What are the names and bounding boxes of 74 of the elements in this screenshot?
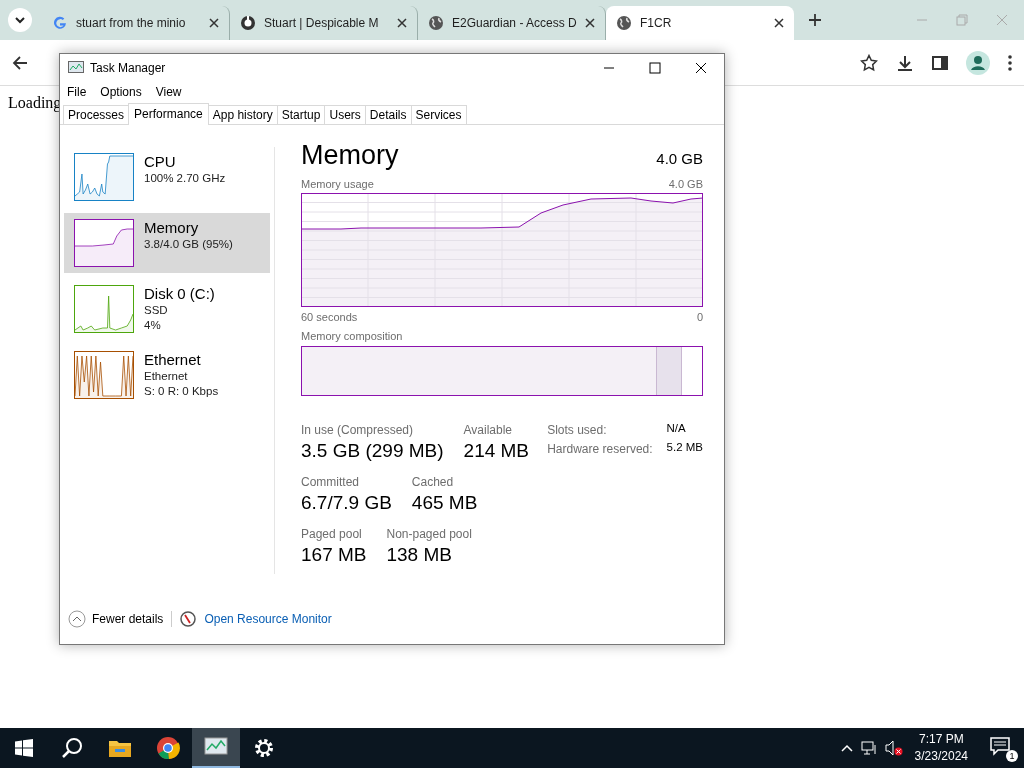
clock-date[interactable]: 3/23/2024 [914, 748, 968, 765]
menu-item[interactable]: Options [100, 85, 142, 99]
folder-icon [108, 738, 132, 758]
axis-label: 0 [696, 310, 703, 324]
network-icon[interactable] [860, 741, 877, 755]
tab[interactable]: Services [410, 105, 467, 124]
message-icon [990, 736, 1010, 756]
task-manager-icon [68, 61, 84, 75]
search-icon [61, 737, 83, 759]
monitor-chart-icon [204, 736, 228, 758]
speaker-muted-icon[interactable] [884, 740, 903, 756]
tab[interactable]: App history [207, 105, 278, 124]
axis-label: 60 seconds [301, 310, 358, 324]
stat-label: Cached [411, 474, 455, 490]
stat-label: Non-paged pool [386, 526, 472, 542]
close-icon[interactable] [209, 18, 219, 28]
gear-icon [253, 737, 275, 759]
stat-value: 138 MB [386, 543, 453, 567]
window-title: Task Manager [90, 61, 166, 75]
globe-icon [428, 15, 444, 31]
menu-item[interactable]: File [67, 85, 87, 99]
chart-label: Memory composition [301, 329, 403, 343]
stat-label: Available [463, 422, 514, 438]
menu-item[interactable]: View [155, 85, 182, 99]
close-icon[interactable] [774, 18, 784, 28]
section-title: Memory [301, 139, 399, 171]
side-panel-icon[interactable] [932, 54, 948, 71]
stat-value: 465 MB [411, 491, 478, 515]
close-icon[interactable] [397, 18, 407, 28]
tab-search-button[interactable] [8, 8, 32, 32]
stat-value: 167 MB [301, 543, 367, 567]
tab[interactable]: Startup [276, 105, 326, 124]
task-manager-button[interactable] [192, 728, 240, 768]
google-icon [52, 15, 68, 31]
menu-icon[interactable] [1008, 54, 1012, 71]
close-icon[interactable] [695, 62, 707, 74]
fewer-details-button[interactable]: Fewer details [68, 610, 164, 628]
windows-logo-icon [15, 739, 33, 757]
stat-label: In use (Compressed) [301, 422, 415, 438]
resource-item[interactable]: CPU 100% 2.70 GHz [64, 147, 270, 207]
stat-value: N/A [666, 422, 687, 436]
profile-icon[interactable] [966, 50, 990, 75]
stat-label: Committed [301, 474, 360, 490]
browser-logo-icon [156, 736, 180, 760]
site-icon [240, 15, 256, 31]
stat-label: Hardware reserved: [547, 441, 653, 457]
stat-value: 214 MB [463, 439, 530, 463]
resource-item[interactable]: Memory 3.8/4.0 GB (95%) [64, 213, 270, 273]
new-tab-icon[interactable] [808, 13, 822, 27]
chart-label: Memory usage [301, 177, 374, 191]
close-icon[interactable] [585, 18, 595, 28]
browser-tab[interactable]: F1CR [606, 6, 794, 40]
resource-item[interactable]: Disk 0 (C:) SSD 4% [64, 279, 270, 339]
maximize-icon[interactable] [649, 62, 661, 74]
tab[interactable]: Processes [63, 105, 130, 124]
stat-value: 6.7/7.9 GB [301, 491, 392, 515]
star-icon[interactable] [860, 53, 878, 72]
globe-icon [616, 15, 632, 31]
download-icon[interactable] [896, 53, 914, 72]
chevron-up-icon[interactable] [840, 744, 853, 752]
chart-max: 4.0 GB [668, 177, 703, 191]
resource-monitor-link[interactable]: Open Resource Monitor [204, 612, 332, 626]
stat-value: 5.2 MB [666, 441, 703, 455]
total-memory: 4.0 GB [656, 150, 703, 167]
chevron-up-icon [68, 610, 86, 628]
stat-value: 3.5 GB (299 MB) [301, 439, 444, 463]
resource-monitor-icon [180, 611, 197, 627]
stat-label: Slots used: [547, 422, 608, 438]
resource-item[interactable]: Ethernet Ethernet S: 0 R: 0 Kbps [64, 345, 270, 405]
stat-label: Paged pool [301, 526, 363, 542]
chevron-down-icon [15, 15, 25, 25]
back-icon[interactable] [12, 54, 28, 71]
tab[interactable]: Performance [128, 103, 209, 125]
clock-time[interactable]: 7:17 PM [918, 731, 964, 748]
